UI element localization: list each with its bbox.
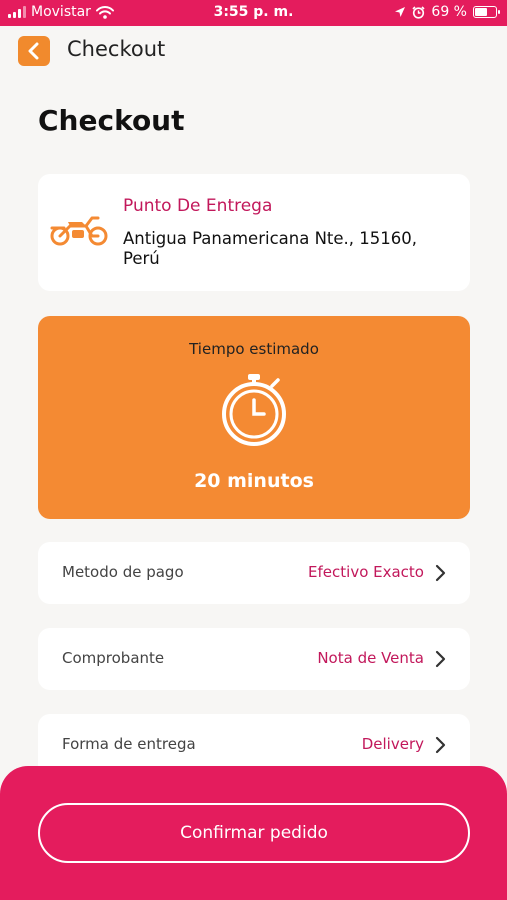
battery-fill [475, 8, 488, 16]
chevron-right-icon [435, 736, 446, 754]
delivery-point-label: Punto De Entrega [123, 196, 273, 216]
motorcycle-icon [50, 216, 108, 246]
battery-percent: 69 % [431, 4, 467, 20]
receipt-type-value: Nota de Venta [317, 649, 424, 667]
estimated-time-card: Tiempo estimado 20 minutos [38, 316, 470, 519]
battery-icon [473, 6, 500, 18]
page-title: Checkout [38, 104, 185, 137]
back-button[interactable] [18, 36, 50, 66]
payment-method-label: Metodo de pago [62, 563, 184, 581]
delivery-method-label: Forma de entrega [62, 735, 196, 753]
payment-method-row[interactable]: Metodo de pago Efectivo Exacto [38, 542, 470, 604]
receipt-type-row[interactable]: Comprobante Nota de Venta [38, 628, 470, 690]
alarm-icon [412, 5, 425, 19]
nav-title: Checkout [67, 37, 166, 61]
delivery-method-value: Delivery [361, 735, 424, 753]
estimated-time-label: Tiempo estimado [189, 340, 319, 358]
payment-method-value: Efectivo Exacto [308, 563, 424, 581]
status-bar: Movistar 3:55 p. m. 69 % [0, 0, 507, 26]
receipt-type-label: Comprobante [62, 649, 165, 667]
nav-bar: Checkout [0, 26, 507, 74]
stopwatch-icon [222, 374, 286, 446]
bottom-action-bar: Confirmar pedido [0, 766, 507, 900]
chevron-right-icon [435, 650, 446, 668]
chevron-right-icon [435, 564, 446, 582]
delivery-address: Antigua Panamericana Nte., 15160, Perú [123, 229, 417, 268]
status-right: 69 % [394, 4, 500, 20]
estimated-time-value: 20 minutos [194, 470, 314, 492]
chevron-left-icon [28, 42, 39, 60]
location-arrow-icon [395, 7, 406, 17]
delivery-address-card[interactable]: Punto De Entrega Antigua Panamericana Nt… [38, 174, 470, 291]
confirm-order-button[interactable]: Confirmar pedido [38, 803, 470, 863]
